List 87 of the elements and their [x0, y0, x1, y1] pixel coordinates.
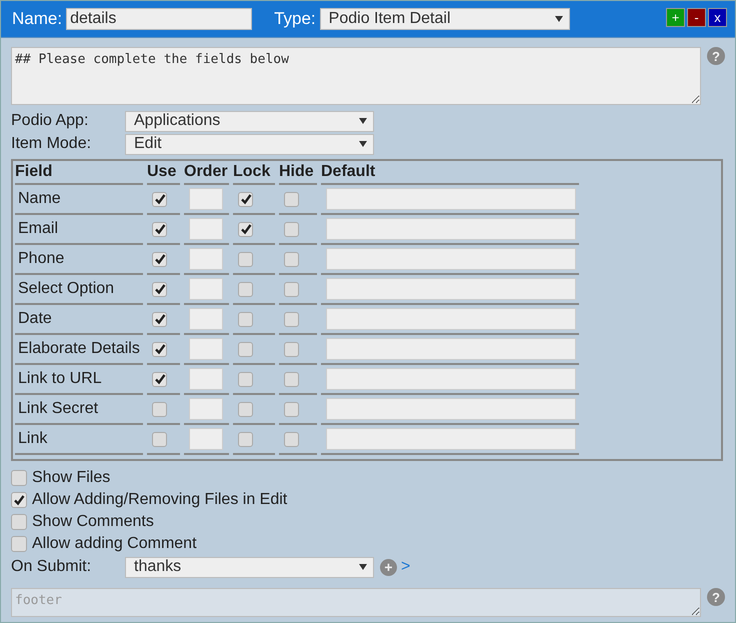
- caret-icon: [554, 15, 563, 23]
- order-field[interactable]: [189, 218, 223, 240]
- app-dropdown[interactable]: Applications: [125, 110, 374, 132]
- hide-checkbox[interactable]: [284, 312, 299, 326]
- hide-checkbox[interactable]: [284, 402, 299, 416]
- add-button[interactable]: +: [666, 8, 685, 27]
- hide-checkbox[interactable]: [284, 222, 299, 236]
- mode-dropdown[interactable]: Edit: [125, 134, 374, 154]
- column-header: Use: [147, 161, 180, 185]
- use-checkbox[interactable]: [152, 312, 167, 326]
- lock-checkbox[interactable]: [238, 222, 253, 236]
- use-checkbox[interactable]: [152, 252, 167, 266]
- default-field[interactable]: [326, 278, 576, 300]
- intro-textarea[interactable]: ## Please complete the fields below: [11, 47, 701, 105]
- name-field[interactable]: details: [66, 8, 252, 30]
- caret-icon: [359, 140, 367, 148]
- order-field[interactable]: [189, 278, 223, 300]
- use-checkbox[interactable]: [152, 222, 167, 236]
- field-name: Elaborate Details: [15, 335, 143, 365]
- use-checkbox[interactable]: [152, 372, 167, 386]
- default-field[interactable]: [326, 398, 576, 420]
- order-field[interactable]: [189, 188, 223, 210]
- caret-icon: [359, 117, 367, 125]
- use-checkbox[interactable]: [152, 402, 167, 416]
- order-field[interactable]: [189, 398, 223, 420]
- order-field[interactable]: [189, 248, 223, 270]
- lock-checkbox[interactable]: [238, 342, 253, 356]
- use-checkbox[interactable]: [152, 192, 167, 206]
- option-label: Show Comments: [32, 513, 154, 531]
- use-checkbox[interactable]: [152, 342, 167, 356]
- lock-checkbox[interactable]: [238, 402, 253, 416]
- option-label: Allow Adding/Removing Files in Edit: [32, 491, 288, 509]
- option-checkbox[interactable]: [11, 492, 27, 508]
- hide-checkbox[interactable]: [284, 342, 299, 356]
- field-name: Email: [15, 215, 143, 245]
- caret-icon: [359, 563, 367, 571]
- column-header: Lock: [233, 161, 275, 185]
- column-header: Default: [321, 161, 579, 185]
- default-field[interactable]: [326, 248, 576, 270]
- submit-label: On Submit:: [11, 558, 92, 576]
- field-name: Select Option: [15, 275, 143, 305]
- name-label: Name:: [12, 9, 62, 29]
- order-field[interactable]: [189, 428, 223, 450]
- option-checkbox[interactable]: [11, 536, 27, 552]
- option-checkbox[interactable]: [11, 470, 27, 486]
- column-header: Field: [15, 161, 143, 185]
- field-name: Link: [15, 425, 143, 455]
- hide-checkbox[interactable]: [284, 432, 299, 446]
- lock-checkbox[interactable]: [238, 312, 253, 326]
- option-label: Allow adding Comment: [32, 535, 197, 553]
- remove-button[interactable]: -: [687, 8, 706, 27]
- type-dropdown[interactable]: Podio Item Detail: [320, 8, 570, 30]
- use-checkbox[interactable]: [152, 282, 167, 296]
- submit-dropdown[interactable]: thanks: [125, 556, 374, 578]
- app-label: Podio App:: [11, 112, 90, 130]
- order-field[interactable]: [189, 338, 223, 360]
- lock-checkbox[interactable]: [238, 282, 253, 296]
- column-header: Order: [184, 161, 229, 185]
- hide-checkbox[interactable]: [284, 282, 299, 296]
- hide-checkbox[interactable]: [284, 252, 299, 266]
- order-field[interactable]: [189, 308, 223, 330]
- use-checkbox[interactable]: [152, 432, 167, 446]
- default-field[interactable]: [326, 188, 576, 210]
- footer-textarea[interactable]: footer: [11, 588, 701, 617]
- lock-checkbox[interactable]: [238, 252, 253, 266]
- default-field[interactable]: [326, 368, 576, 390]
- close-button[interactable]: x: [708, 8, 727, 27]
- lock-checkbox[interactable]: [238, 372, 253, 386]
- option-checkbox[interactable]: [11, 514, 27, 530]
- field-name: Phone: [15, 245, 143, 275]
- field-name: Link Secret: [15, 395, 143, 425]
- default-field[interactable]: [326, 338, 576, 360]
- order-field[interactable]: [189, 368, 223, 390]
- field-name: Name: [15, 185, 143, 215]
- option-label: Show Files: [32, 469, 110, 487]
- lock-checkbox[interactable]: [238, 192, 253, 206]
- default-field[interactable]: [326, 428, 576, 450]
- hide-checkbox[interactable]: [284, 192, 299, 206]
- lock-checkbox[interactable]: [238, 432, 253, 446]
- hide-checkbox[interactable]: [284, 372, 299, 386]
- column-header: Hide: [279, 161, 317, 185]
- field-name: Date: [15, 305, 143, 335]
- default-field[interactable]: [326, 308, 576, 330]
- type-label: Type:: [274, 9, 316, 29]
- mode-label: Item Mode:: [11, 135, 92, 153]
- default-field[interactable]: [326, 218, 576, 240]
- field-name: Link to URL: [15, 365, 143, 395]
